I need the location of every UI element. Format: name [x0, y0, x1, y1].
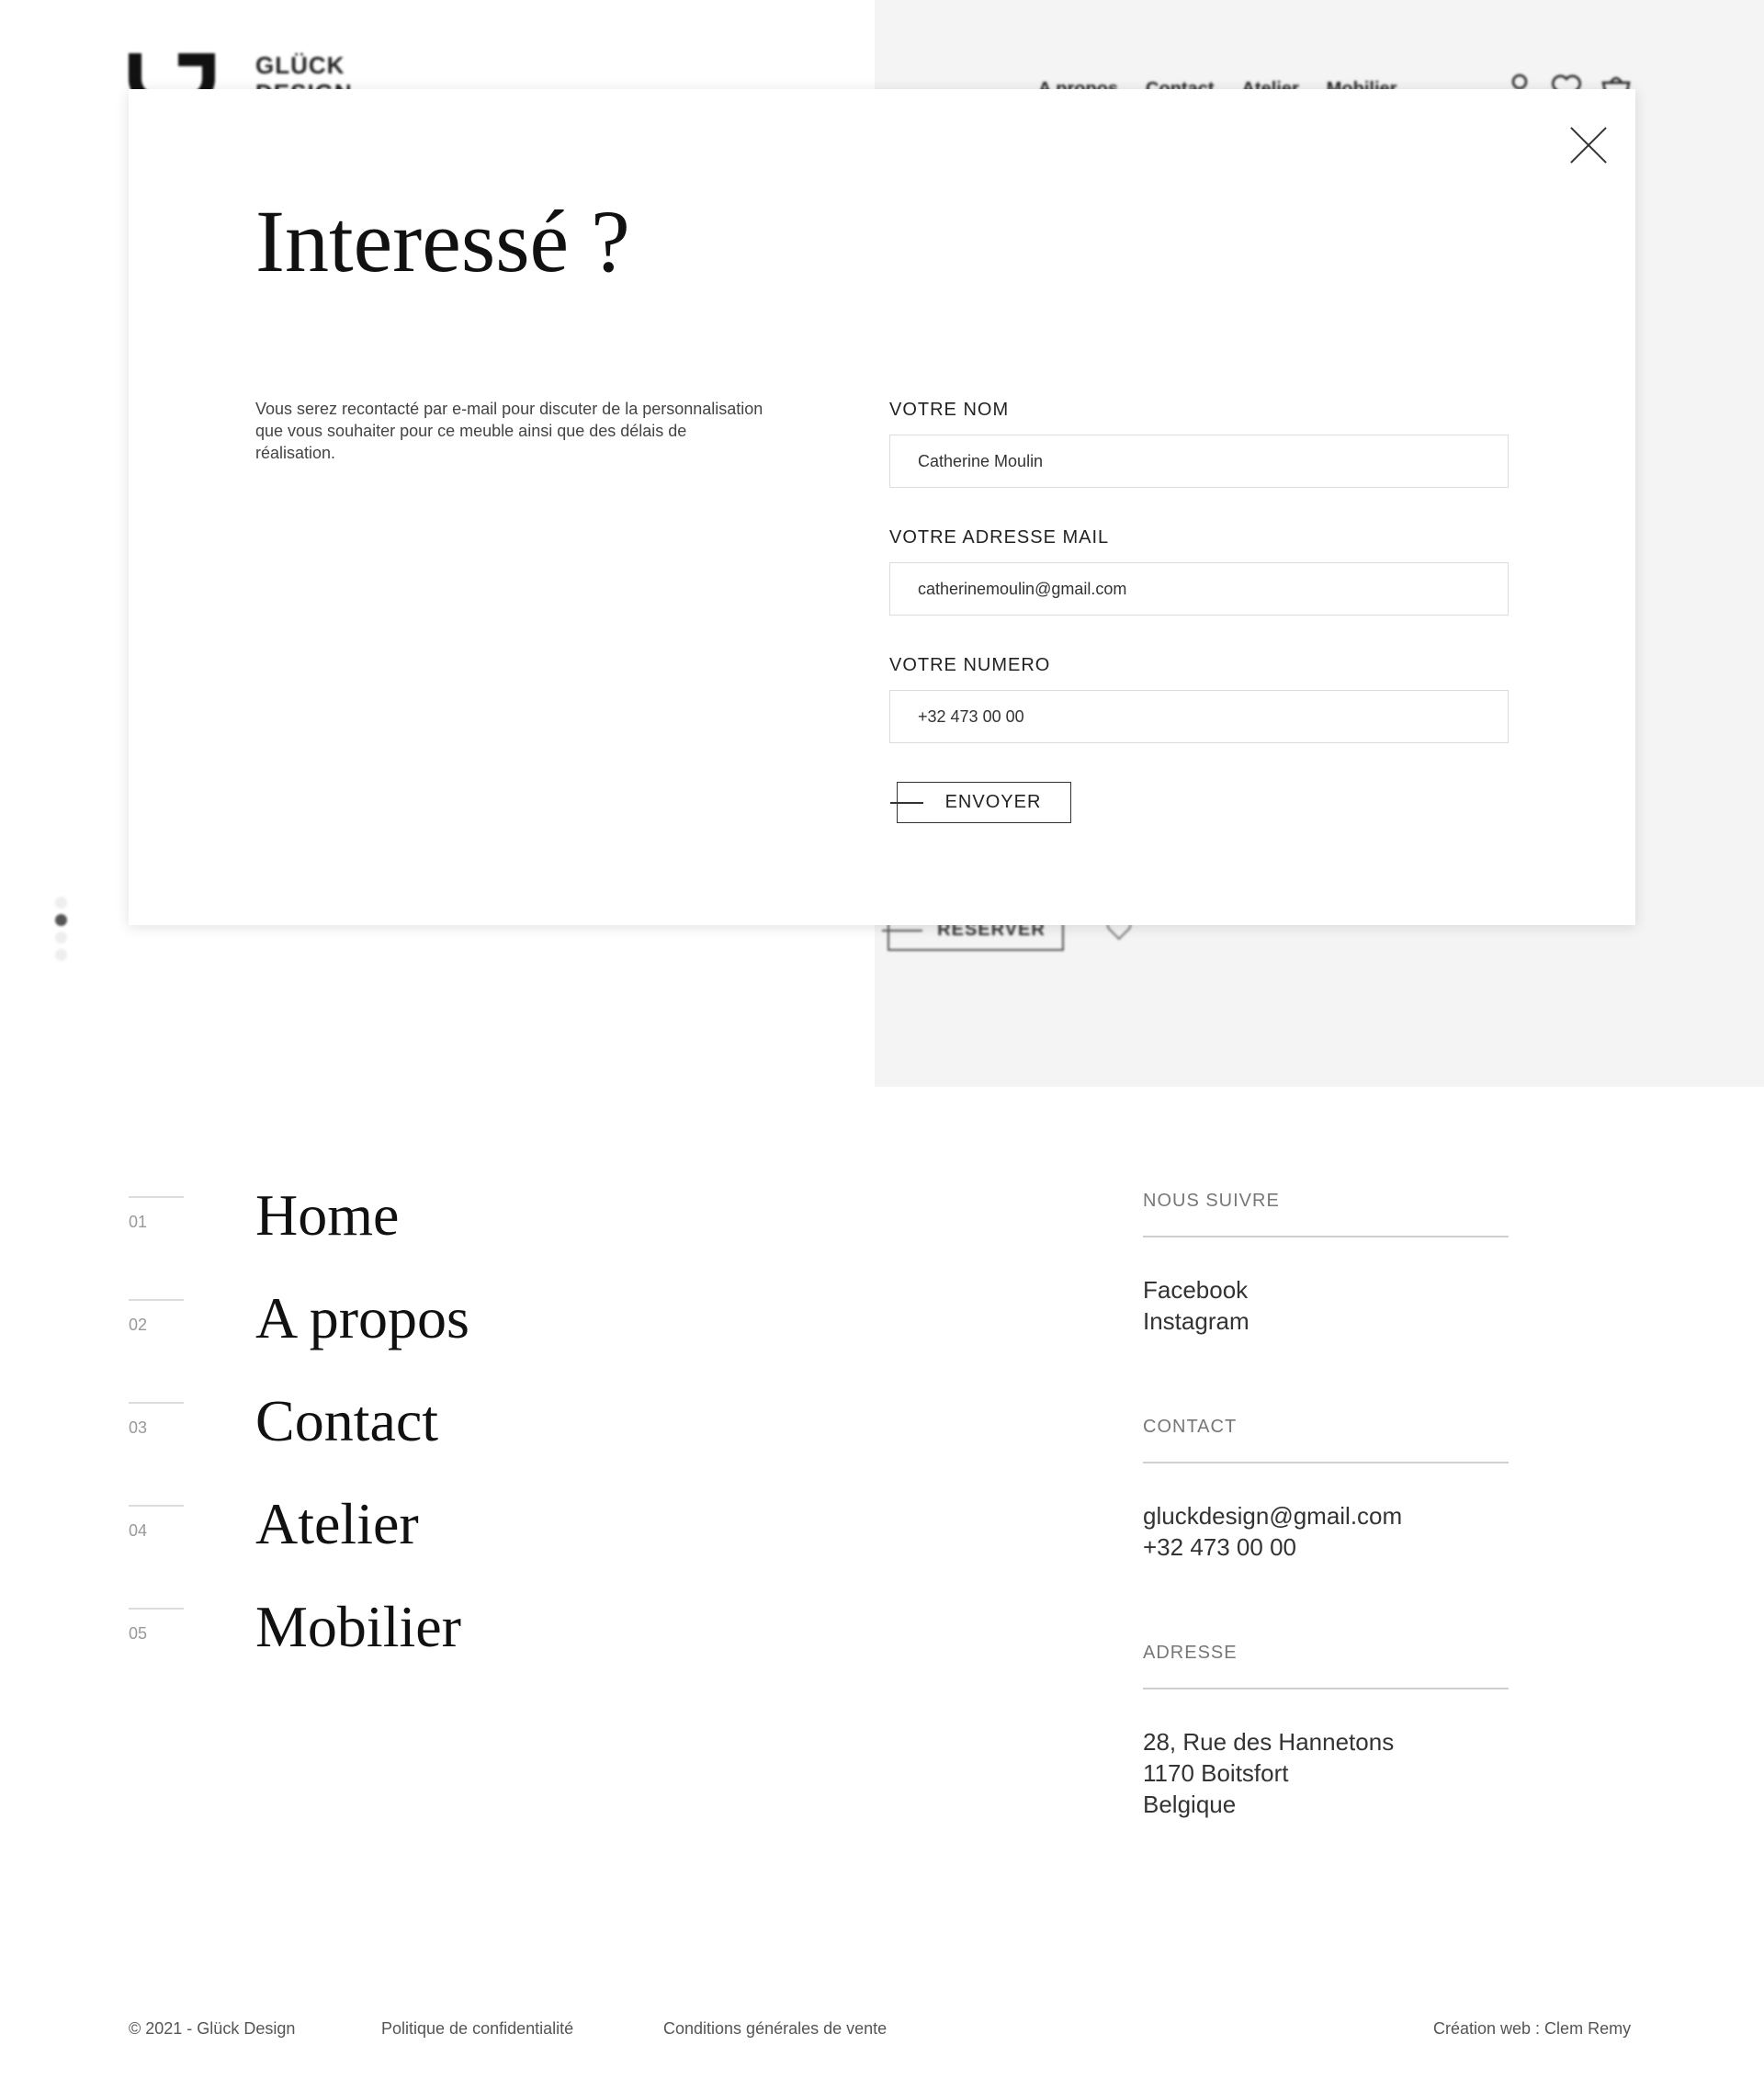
contact-email-link[interactable]: gluckdesign@gmail.com	[1143, 1500, 1402, 1531]
follow-section-title: NOUS SUIVRE	[1143, 1191, 1280, 1211]
web-credit-link[interactable]: Création web : Clem Remy	[1433, 2019, 1631, 2039]
contact-section-title: CONTACT	[1143, 1417, 1238, 1437]
close-icon[interactable]	[1564, 120, 1613, 170]
footer-nav-number: 03	[129, 1418, 148, 1437]
modal-description: Vous serez recontacté par e-mail pour di…	[255, 400, 763, 462]
modal-title: Interessé ?	[255, 192, 630, 290]
footer-nav-rule	[129, 1608, 184, 1610]
copyright-text: © 2021 - Glück Design	[129, 2019, 296, 2038]
name-field-label: VOTRE NOM	[889, 400, 1010, 420]
footer-nav-rule	[129, 1196, 184, 1198]
footer-nav-number: 05	[129, 1624, 148, 1643]
footer-nav-number: 01	[129, 1213, 148, 1231]
phone-field[interactable]	[889, 690, 1509, 743]
follow-section-divider	[1143, 1236, 1509, 1237]
footer-nav-item-home[interactable]: 01 Home	[129, 1182, 772, 1270]
terms-link[interactable]: Conditions générales de vente	[663, 2019, 887, 2039]
brand-line-1: GLÜCK	[255, 51, 345, 79]
social-links: Facebook Instagram	[1143, 1274, 1250, 1337]
email-field-label: VOTRE ADRESSE MAIL	[889, 527, 1110, 548]
contact-phone-link[interactable]: +32 473 00 00	[1143, 1531, 1402, 1563]
address-line-1: 28, Rue des Hannetons	[1143, 1728, 1395, 1756]
address-details: 28, Rue des Hannetons 1170 Boitsfort Bel…	[1143, 1726, 1394, 1820]
footer-nav-rule	[129, 1402, 184, 1404]
privacy-policy-link[interactable]: Politique de confidentialité	[381, 2019, 573, 2039]
footer-nav-label[interactable]: Atelier	[255, 1490, 419, 1558]
footer-nav-label[interactable]: Contact	[255, 1387, 438, 1455]
interest-modal: Interessé ? Vous serez recontacté par e-…	[129, 89, 1635, 925]
slider-dot[interactable]	[55, 897, 67, 909]
send-button[interactable]: ENVOYER	[890, 782, 1071, 823]
instagram-link[interactable]: Instagram	[1143, 1305, 1250, 1337]
footer-nav-item-contact[interactable]: 03 Contact	[129, 1388, 772, 1475]
name-field[interactable]	[889, 435, 1509, 488]
slider-dots	[55, 897, 67, 961]
footer-nav-label[interactable]: Home	[255, 1181, 399, 1249]
email-field[interactable]	[889, 562, 1509, 616]
contact-details: gluckdesign@gmail.com +32 473 00 00	[1143, 1500, 1402, 1563]
footer-nav-label[interactable]: A propos	[255, 1284, 469, 1352]
slider-dot[interactable]	[55, 932, 67, 943]
contact-section-divider	[1143, 1462, 1509, 1463]
footer-nav-number: 04	[129, 1521, 148, 1540]
address-line-2: 1170 Boitsfort	[1143, 1759, 1289, 1787]
footer-nav-rule	[129, 1505, 184, 1507]
slider-dot-active[interactable]	[55, 914, 67, 926]
footer-nav-rule	[129, 1299, 184, 1301]
facebook-link[interactable]: Facebook	[1143, 1274, 1250, 1305]
footer-nav-number: 02	[129, 1316, 148, 1334]
slider-dot[interactable]	[55, 949, 67, 961]
footer-nav-item-apropos[interactable]: 02 A propos	[129, 1285, 772, 1373]
footer-nav-item-mobilier[interactable]: 05 Mobilier	[129, 1594, 772, 1681]
address-line-3: Belgique	[1143, 1791, 1237, 1818]
phone-field-label: VOTRE NUMERO	[889, 655, 1051, 675]
address-section-divider	[1143, 1688, 1509, 1689]
address-section-title: ADRESSE	[1143, 1643, 1238, 1663]
footer-nav-item-atelier[interactable]: 04 Atelier	[129, 1491, 772, 1578]
footer-nav-label[interactable]: Mobilier	[255, 1593, 461, 1661]
